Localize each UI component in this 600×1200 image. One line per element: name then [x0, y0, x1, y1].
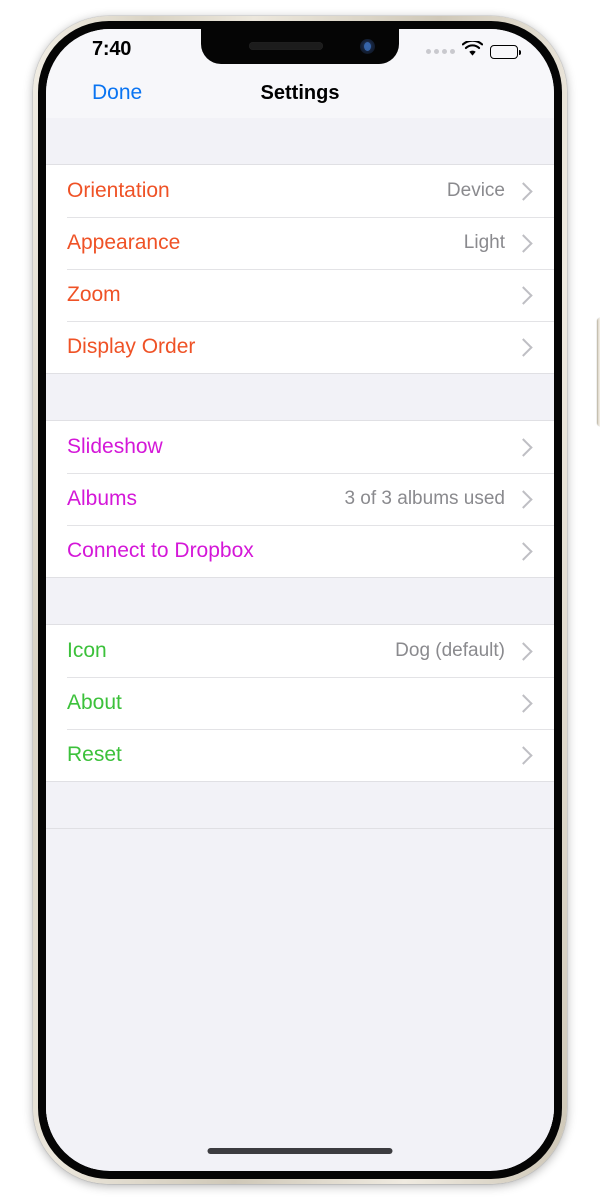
row-label: Albums — [67, 487, 138, 510]
row-label: About — [67, 691, 122, 714]
navigation-bar: Done Settings — [46, 73, 554, 118]
chevron-right-icon — [514, 337, 533, 357]
row-label: Zoom — [67, 283, 121, 306]
device-screen: 7:40 Done Settings Orientation Device Ap… — [46, 29, 554, 1171]
row-label: Display Order — [67, 335, 196, 358]
signal-dots-icon — [426, 49, 455, 54]
content-group: Slideshow Albums 3 of 3 albums used Connect… — [46, 421, 554, 577]
row-label: Icon — [67, 639, 107, 662]
row-label: Connect to Dropbox — [67, 539, 254, 562]
table-row[interactable]: Zoom — [46, 269, 554, 321]
row-value: 3 of 3 albums used — [344, 488, 505, 509]
table-empty-area — [46, 829, 554, 1169]
chevron-right-icon — [514, 285, 533, 305]
table-row[interactable]: Connect to Dropbox — [46, 525, 554, 577]
chevron-right-icon — [514, 541, 533, 561]
front-camera-icon — [360, 39, 375, 54]
display-group: Orientation Device Appearance Light Zoom Disp… — [46, 165, 554, 373]
iphone-device: 7:40 Done Settings Orientation Device Ap… — [33, 16, 600, 1184]
table-row[interactable]: About — [46, 677, 554, 729]
group-separator — [46, 118, 554, 165]
chevron-right-icon — [514, 641, 533, 661]
device-notch — [201, 29, 399, 64]
table-row[interactable]: Albums 3 of 3 albums used — [46, 473, 554, 525]
app-group: Icon Dog (default) About Reset — [46, 625, 554, 781]
group-separator — [46, 781, 554, 829]
row-value: Dog (default) — [395, 640, 505, 661]
row-value: Device — [446, 180, 505, 201]
row-label: Reset — [67, 743, 122, 766]
home-indicator[interactable] — [207, 1148, 393, 1154]
chevron-right-icon — [514, 181, 533, 201]
row-label: Appearance — [67, 231, 181, 254]
status-bar-indicators — [426, 39, 521, 62]
earpiece-speaker-icon — [249, 42, 323, 50]
chevron-right-icon — [514, 745, 533, 765]
row-label: Orientation — [67, 179, 170, 202]
table-row[interactable]: Display Order — [46, 321, 554, 373]
chevron-right-icon — [514, 437, 533, 457]
chevron-right-icon — [514, 489, 533, 509]
wifi-icon — [461, 39, 484, 62]
page-title: Settings — [260, 82, 340, 104]
table-row[interactable]: Appearance Light — [46, 217, 554, 269]
settings-table: Orientation Device Appearance Light Zoom Disp… — [46, 118, 554, 1169]
table-row[interactable]: Icon Dog (default) — [46, 625, 554, 677]
device-bezel: 7:40 Done Settings Orientation Device Ap… — [38, 21, 562, 1179]
row-label: Slideshow — [67, 435, 163, 458]
group-separator — [46, 373, 554, 421]
chevron-right-icon — [514, 233, 533, 253]
table-row[interactable]: Orientation Device — [46, 165, 554, 217]
group-separator — [46, 577, 554, 625]
battery-full-icon — [490, 44, 521, 59]
table-row[interactable]: Reset — [46, 729, 554, 781]
row-value: Light — [463, 232, 505, 253]
table-row[interactable]: Slideshow — [46, 421, 554, 473]
status-bar-clock: 7:40 — [92, 38, 132, 60]
chevron-right-icon — [514, 693, 533, 713]
